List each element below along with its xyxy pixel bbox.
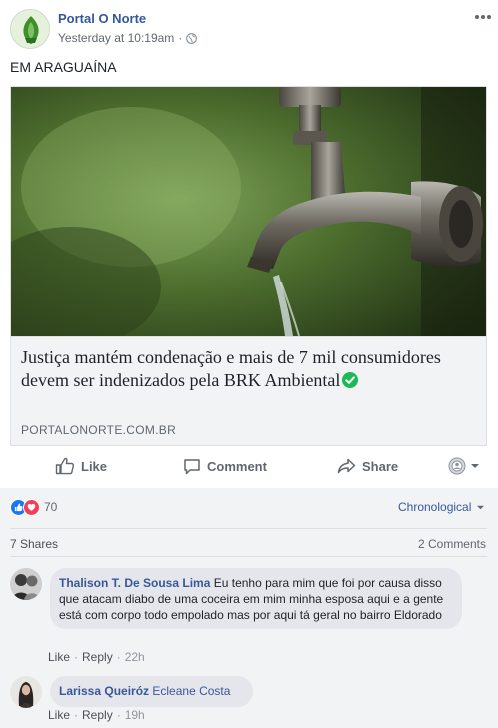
separator: · <box>116 650 121 664</box>
reaction-count: 70 <box>44 500 58 514</box>
chevron-down-icon <box>470 462 480 470</box>
comment-time[interactable]: 19h <box>125 708 145 722</box>
sort-label: Chronological <box>398 500 472 514</box>
link-caption[interactable]: Justiça mantém condenação e mais de 7 mi… <box>11 336 486 445</box>
post-text: EM ARAGUAÍNA <box>10 59 117 75</box>
avatar[interactable] <box>10 568 42 600</box>
comments-count[interactable]: 2 Comments <box>418 537 486 551</box>
comment-like-button[interactable]: Like <box>48 708 70 722</box>
audience-selector[interactable] <box>448 451 480 481</box>
comment-like-button[interactable]: Like <box>48 650 70 664</box>
audience-icon <box>448 457 466 475</box>
like-label: Like <box>81 458 108 474</box>
sort-chevron-icon <box>476 500 485 514</box>
more-options-icon[interactable] <box>472 8 494 26</box>
separator: · <box>116 708 121 722</box>
post-action-bar: Like Comment Share <box>10 451 487 481</box>
link-preview-card[interactable]: Justiça mantém condenação e mais de 7 mi… <box>10 86 487 446</box>
comment-time[interactable]: 22h <box>125 650 145 664</box>
comment-actions: Like · Reply · 22h <box>48 650 145 664</box>
like-icon <box>55 457 75 475</box>
love-reaction-icon <box>23 498 40 516</box>
comment-text[interactable]: Ecleane Costa <box>152 684 230 698</box>
comment-bubble: Thalison T. De Sousa Lima Eu tenho para … <box>50 568 462 629</box>
link-domain: PORTALONORTE.COM.BR <box>21 423 177 437</box>
globe-icon[interactable] <box>186 32 198 44</box>
comment-reply-button[interactable]: Reply <box>82 708 113 722</box>
avatar[interactable] <box>10 676 42 708</box>
comment-icon <box>183 458 201 475</box>
link-title-text: Justiça mantém condenação e mais de 7 mi… <box>21 347 441 390</box>
share-label: Share <box>362 458 399 474</box>
share-button[interactable]: Share <box>337 451 398 481</box>
comment-label: Comment <box>207 458 267 474</box>
post-meta: Yesterday at 10:19am · <box>58 31 198 45</box>
comment-button[interactable]: Comment <box>183 451 267 481</box>
post-timestamp[interactable]: Yesterday at 10:19am <box>58 31 174 45</box>
divider <box>10 528 487 529</box>
comments-area: 70 Chronological 7 Shares 2 Comments Tha… <box>0 488 498 728</box>
page-logo-icon[interactable] <box>10 9 50 49</box>
shares-count[interactable]: 7 Shares <box>10 537 58 551</box>
link-preview-image[interactable] <box>11 87 486 336</box>
share-icon <box>337 458 356 474</box>
post-header: Portal O Norte Yesterday at 10:19am · <box>0 0 498 56</box>
comment-bubble: Larissa Queiróz Ecleane Costa <box>50 676 253 707</box>
comment-sort-select[interactable]: Chronological <box>398 500 485 514</box>
like-button[interactable]: Like <box>55 451 107 481</box>
verified-icon <box>342 371 359 388</box>
separator: · <box>74 708 79 722</box>
link-title[interactable]: Justiça mantém condenação e mais de 7 mi… <box>21 346 476 392</box>
separator: · <box>74 650 79 664</box>
comment-actions: Like · Reply · 19h <box>48 708 145 722</box>
comment-author[interactable]: Thalison T. De Sousa Lima <box>59 576 210 590</box>
reactions-summary[interactable]: 70 <box>10 498 57 516</box>
comment-reply-button[interactable]: Reply <box>82 650 113 664</box>
meta-separator: · <box>178 31 183 45</box>
divider <box>10 556 487 557</box>
page-name[interactable]: Portal O Norte <box>58 11 146 26</box>
comment-author[interactable]: Larissa Queiróz <box>59 684 149 698</box>
